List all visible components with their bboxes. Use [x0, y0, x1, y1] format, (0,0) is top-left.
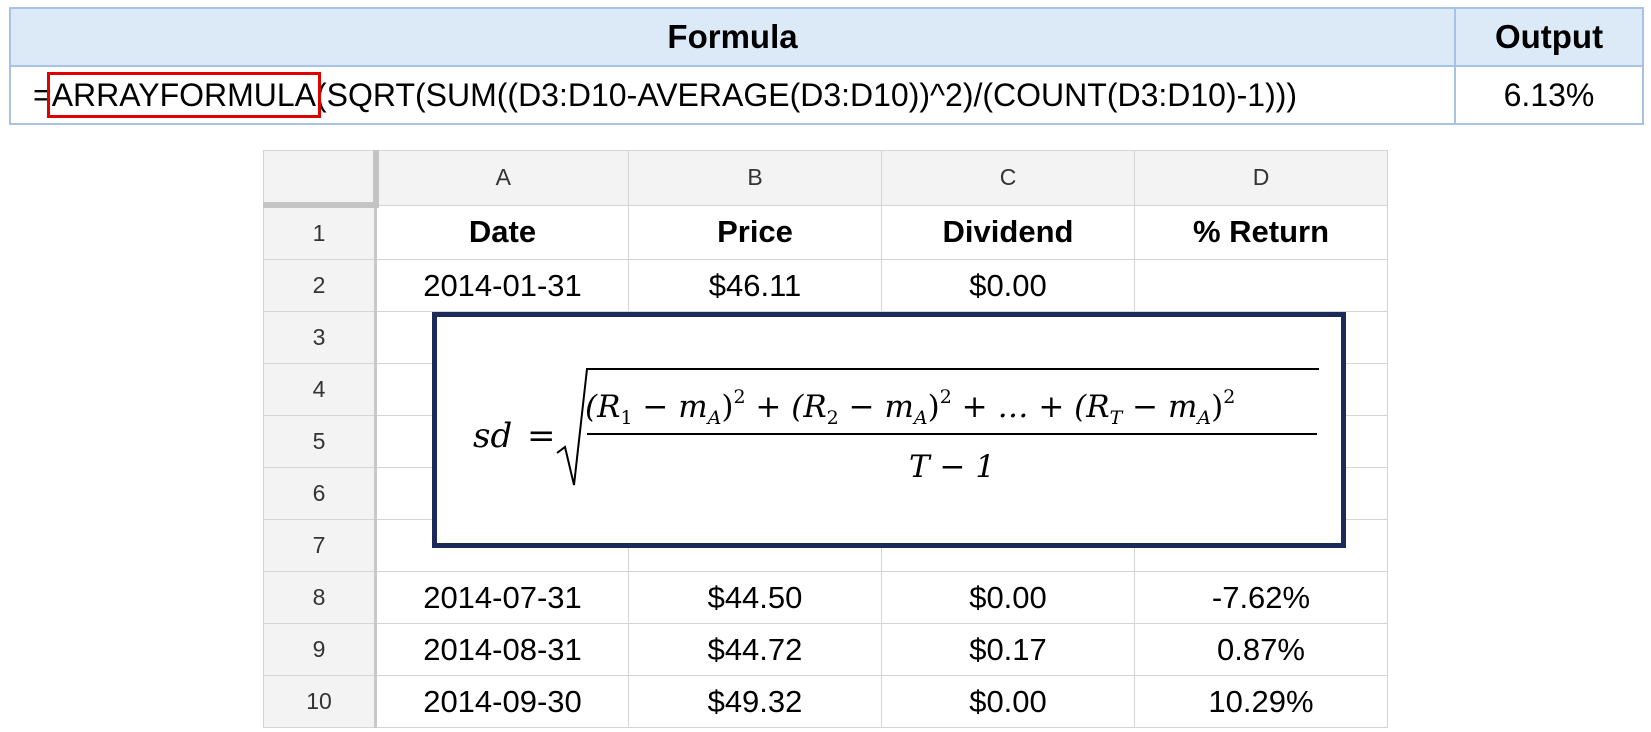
formula-highlight-arrayformula: ARRAYFORMULA	[46, 71, 322, 118]
formula-table: Formula Output =ARRAYFORMULA(SQRT(SUM((D…	[9, 7, 1644, 125]
sheet-row: 8 2014-07-31 $44.50 $0.00 -7.62%	[263, 571, 1388, 624]
row-number[interactable]: 10	[263, 675, 377, 728]
cell[interactable]: 2014-07-31	[375, 571, 629, 624]
cell[interactable]: $0.00	[881, 675, 1135, 728]
cell[interactable]: 10.29%	[1134, 675, 1388, 728]
row-number[interactable]: 2	[263, 259, 377, 312]
formula-header: Formula	[9, 7, 1456, 67]
cell[interactable]: $49.32	[628, 675, 882, 728]
row-number[interactable]: 1	[263, 204, 377, 260]
column-header-b[interactable]: B	[628, 150, 882, 206]
column-header-d[interactable]: D	[1134, 150, 1388, 206]
formula-cell[interactable]: =ARRAYFORMULA(SQRT(SUM((D3:D10-AVERAGE(D…	[9, 65, 1456, 125]
formula-header-row: Formula Output	[9, 7, 1644, 67]
column-header-c[interactable]: C	[881, 150, 1135, 206]
sheet-row: 1 Date Price Dividend % Return	[263, 204, 1388, 260]
cell[interactable]: $46.11	[628, 259, 882, 312]
row-number[interactable]: 8	[263, 571, 377, 624]
output-header: Output	[1454, 7, 1644, 67]
cell[interactable]: 2014-08-31	[375, 623, 629, 676]
output-value[interactable]: 6.13%	[1454, 65, 1644, 125]
header-cell-date[interactable]: Date	[375, 204, 629, 260]
sheet-row: 10 2014-09-30 $49.32 $0.00 10.29%	[263, 675, 1388, 728]
std-dev-equation-box: sd = (R1 − mA)2 + (R2 − mA)2 + … + (RT −…	[432, 312, 1346, 548]
equation-numerator: (R1 − mA)2 + (R2 − mA)2 + … + (RT − mA)2	[585, 386, 1235, 429]
row-number[interactable]: 3	[263, 311, 377, 364]
cell[interactable]: $0.00	[881, 571, 1135, 624]
cell[interactable]: $44.72	[628, 623, 882, 676]
std-dev-equation: sd = (R1 − mA)2 + (R2 − mA)2 + … + (RT −…	[473, 368, 1319, 486]
sheet-row: 2 2014-01-31 $46.11 $0.00	[263, 259, 1388, 312]
row-number[interactable]: 4	[263, 363, 377, 416]
sheet-row: 9 2014-08-31 $44.72 $0.17 0.87%	[263, 623, 1388, 676]
cell[interactable]: 2014-09-30	[375, 675, 629, 728]
cell[interactable]: $44.50	[628, 571, 882, 624]
header-cell-price[interactable]: Price	[628, 204, 882, 260]
equation-equals: =	[527, 416, 556, 456]
formula-rest: (SQRT(SUM((D3:D10-AVERAGE(D3:D10))^2)/(C…	[316, 76, 1298, 113]
row-number[interactable]: 6	[263, 467, 377, 520]
equation-lhs: sd	[473, 416, 512, 456]
row-number[interactable]: 5	[263, 415, 377, 468]
formula-text: =ARRAYFORMULA(SQRT(SUM((D3:D10-AVERAGE(D…	[11, 71, 1454, 118]
header-cell-return[interactable]: % Return	[1134, 204, 1388, 260]
cell[interactable]: 2014-01-31	[375, 259, 629, 312]
row-number[interactable]: 9	[263, 623, 377, 676]
equation-denominator: T − 1	[909, 449, 995, 485]
cell[interactable]	[1134, 259, 1388, 312]
formula-prefix: =	[33, 76, 52, 113]
header-cell-dividend[interactable]: Dividend	[881, 204, 1135, 260]
cell[interactable]: $0.00	[881, 259, 1135, 312]
column-header-a[interactable]: A	[375, 150, 629, 206]
column-header-row: A B C D	[263, 150, 1388, 208]
select-all-corner[interactable]	[263, 150, 379, 208]
cell[interactable]: 0.87%	[1134, 623, 1388, 676]
formula-value-row: =ARRAYFORMULA(SQRT(SUM((D3:D10-AVERAGE(D…	[9, 65, 1644, 125]
row-number[interactable]: 7	[263, 519, 377, 572]
cell[interactable]: $0.17	[881, 623, 1135, 676]
cell[interactable]: -7.62%	[1134, 571, 1388, 624]
